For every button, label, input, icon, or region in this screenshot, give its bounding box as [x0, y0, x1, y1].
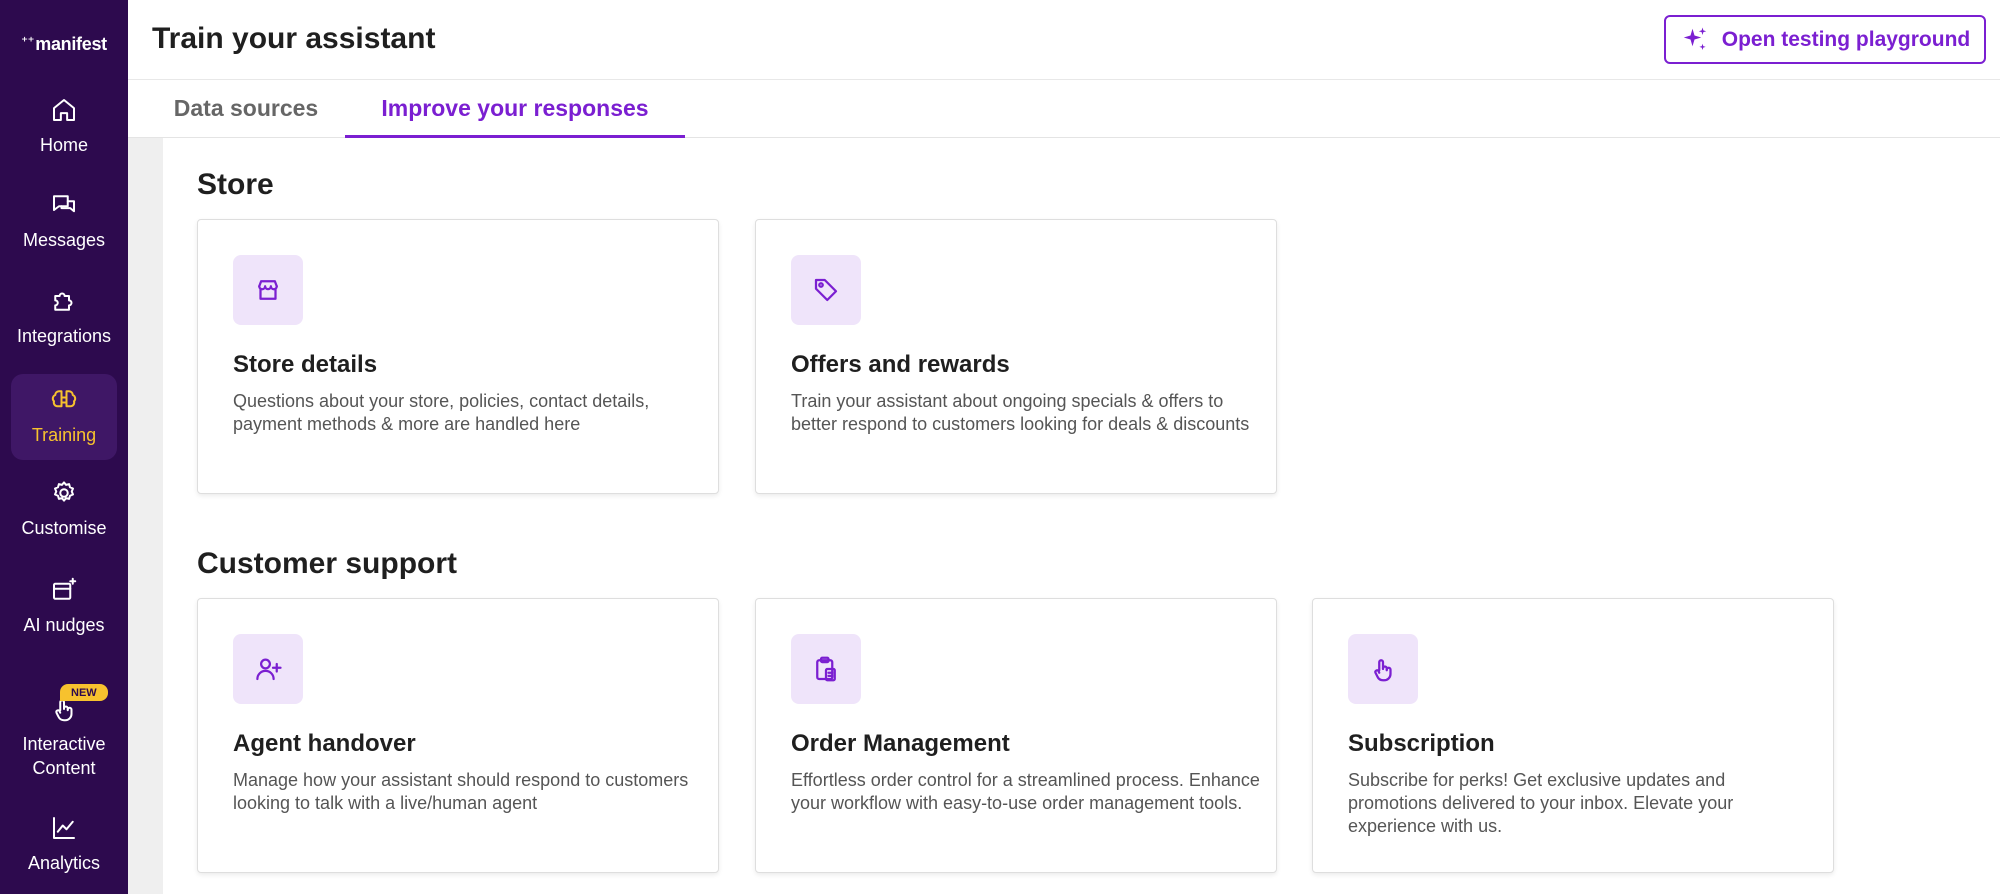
store-icon: [233, 255, 303, 325]
page-header: Train your assistant Open testing playgr…: [128, 0, 2000, 80]
user-plus-icon: [233, 634, 303, 704]
card-title: Subscription: [1348, 730, 1495, 757]
sidebar-item-training[interactable]: Training: [11, 374, 117, 460]
sidebar-item-label: Interactive Content: [22, 734, 106, 778]
content-gutter: [128, 138, 163, 894]
card-agent-handover[interactable]: Agent handover Manage how your assistant…: [197, 598, 719, 873]
gear-icon: [49, 478, 79, 508]
page-title: Train your assistant: [152, 22, 436, 55]
section-title-customer-support: Customer support: [197, 547, 458, 580]
card-offers-and-rewards[interactable]: Offers and rewards Train your assistant …: [755, 219, 1277, 494]
tab-bar: Data sources Improve your responses: [128, 80, 2000, 138]
sidebar-item-label: Messages: [22, 230, 106, 250]
sidebar-item-label: Integrations: [16, 326, 112, 346]
tab-improve-your-responses[interactable]: Improve your responses: [345, 80, 685, 138]
tag-icon: [791, 255, 861, 325]
sidebar: ⁺⁺manifest Home Messages Integrations Tr…: [0, 0, 128, 894]
sidebar-item-messages[interactable]: Messages: [11, 190, 117, 260]
sidebar-item-interactive-content[interactable]: NEW Interactive Content: [11, 684, 117, 784]
card-store-details[interactable]: Store details Questions about your store…: [197, 219, 719, 494]
chart-line-icon: [49, 813, 79, 843]
sidebar-item-ai-nudges[interactable]: AI nudges: [11, 575, 117, 665]
messages-icon: [49, 190, 79, 220]
card-subscription[interactable]: Subscription Subscribe for perks! Get ex…: [1312, 598, 1834, 873]
open-testing-playground-button[interactable]: Open testing playground: [1664, 15, 1986, 64]
section-title-store: Store: [197, 168, 274, 201]
sparkles-icon: [1683, 27, 1706, 50]
card-description: Manage how your assistant should respond…: [233, 770, 689, 813]
brain-icon: [49, 385, 79, 415]
new-badge: NEW: [60, 684, 108, 701]
sidebar-item-home[interactable]: Home: [11, 95, 117, 165]
tab-data-sources[interactable]: Data sources: [146, 80, 346, 138]
card-title: Agent handover: [233, 730, 416, 757]
hand-pointer-icon: [1348, 634, 1418, 704]
card-order-management[interactable]: Order Management Effortless order contro…: [755, 598, 1277, 873]
card-description: Subscribe for perks! Get exclusive updat…: [1348, 770, 1734, 836]
clipboard-icon: [791, 634, 861, 704]
sidebar-item-label: Analytics: [27, 853, 101, 873]
sidebar-item-analytics[interactable]: Analytics: [11, 813, 117, 883]
sidebar-item-label: Customise: [21, 518, 107, 538]
sidebar-item-customise[interactable]: Customise: [11, 478, 117, 548]
sidebar-item-label: AI nudges: [23, 615, 105, 635]
sidebar-item-integrations[interactable]: Integrations: [11, 286, 117, 356]
logo[interactable]: ⁺⁺manifest: [0, 34, 128, 55]
sparkle-icon: ⁺⁺: [21, 34, 35, 49]
card-description: Effortless order control for a streamlin…: [791, 770, 1260, 813]
card-title: Store details: [233, 351, 378, 378]
button-label: Open testing playground: [1721, 27, 1971, 51]
card-description: Train your assistant about ongoing speci…: [791, 391, 1250, 434]
ai-nudge-icon: [49, 575, 79, 605]
card-title: Order Management: [791, 730, 1010, 757]
card-description: Questions about your store, policies, co…: [233, 391, 650, 434]
sidebar-item-label: Home: [39, 135, 88, 155]
puzzle-icon: [49, 286, 79, 316]
sidebar-item-label: Training: [31, 425, 97, 445]
home-icon: [49, 95, 79, 125]
card-title: Offers and rewards: [791, 351, 1010, 378]
main-content: Store Store details Questions about your…: [163, 138, 2000, 894]
